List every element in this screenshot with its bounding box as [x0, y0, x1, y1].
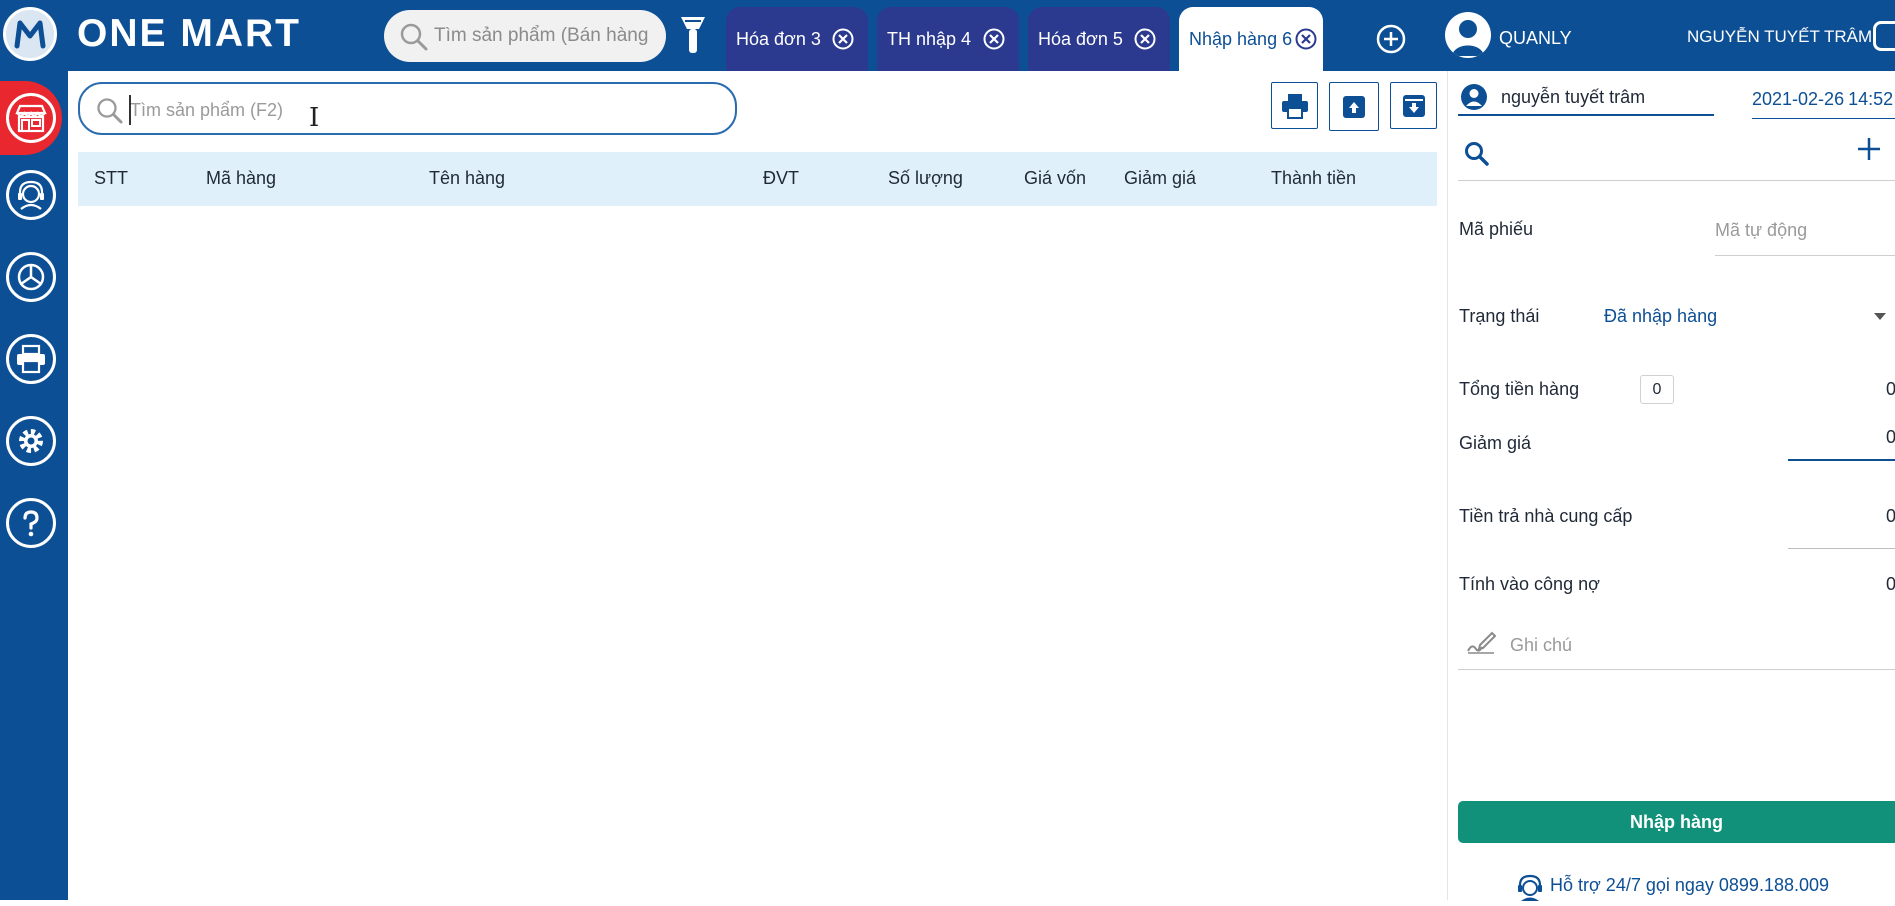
text-cursor-icon: I: [309, 103, 320, 133]
printer-icon: [17, 344, 45, 374]
tab-nhap-hang-6[interactable]: Nhập hàng 6: [1179, 7, 1323, 71]
ma-phieu-label: Mã phiếu: [1459, 219, 1534, 239]
tong-tien-hang-label: Tổng tiền hàng: [1459, 379, 1580, 399]
chevron-down-icon[interactable]: [1874, 313, 1886, 320]
tab-hoa-don-3[interactable]: Hóa đơn 3: [726, 7, 868, 71]
sidebar-item-settings[interactable]: [6, 416, 56, 466]
ma-phieu-input[interactable]: Mã tự động: [1715, 220, 1807, 241]
column-header-stt: STT: [94, 168, 128, 188]
supplier-underline: [1458, 180, 1895, 181]
window-icon[interactable]: [1873, 21, 1895, 51]
sidebar-item-support[interactable]: [6, 170, 56, 220]
brand-name: ONE MART: [77, 12, 301, 55]
panel-divider: [1447, 71, 1448, 900]
download-button[interactable]: [1390, 82, 1437, 129]
archive-upload-icon: [1343, 95, 1365, 118]
note-pen-icon: [1466, 631, 1497, 660]
trang-thai-label: Trạng thái: [1459, 306, 1540, 326]
column-header-so-luong: Số lượng: [888, 168, 963, 188]
close-tab-icon[interactable]: [983, 28, 1005, 50]
sidebar-item-print[interactable]: [6, 334, 56, 384]
tong-tien-hang-value: 0: [1886, 379, 1895, 399]
support-hotline[interactable]: Hỗ trợ 24/7 gọi ngay 0899.188.009: [1550, 875, 1829, 896]
date-time-field[interactable]: 2021-02-26 14:52: [1752, 89, 1893, 110]
store-icon: [6, 93, 56, 143]
column-header-gia-von: Giá vốn: [1024, 168, 1087, 188]
settings-gear-icon: [19, 429, 43, 453]
nhap-hang-button[interactable]: Nhập hàng: [1458, 801, 1895, 843]
sidebar-item-report[interactable]: [6, 252, 56, 302]
column-header-ten-hang: Tên hàng: [429, 168, 506, 188]
giam-gia-input[interactable]: 0: [1886, 427, 1895, 448]
time-value: 14:52: [1848, 89, 1894, 109]
close-tab-icon[interactable]: [1134, 28, 1156, 50]
column-header-giam-gia: Giảm giá: [1124, 168, 1197, 188]
top-product-search[interactable]: Tìm sản phẩm (Bán hàng: [384, 10, 666, 62]
help-icon: [23, 510, 39, 537]
note-underline: [1458, 669, 1895, 670]
close-tab-icon[interactable]: [1295, 28, 1317, 50]
text-caret: [129, 95, 131, 125]
print-button[interactable]: [1271, 82, 1318, 129]
item-count-badge: 0: [1640, 375, 1674, 404]
ma-phieu-underline: [1715, 255, 1895, 256]
table-header: STT Mã hàng Tên hàng ĐVT Số lượng Giá vố…: [78, 152, 1437, 206]
tien-tra-ncc-underline: [1788, 548, 1895, 549]
tien-tra-ncc-label: Tiền trả nhà cung cấp: [1459, 506, 1633, 526]
tab-label: Hóa đơn 5: [1038, 28, 1123, 49]
user-role: QUANLY: [1499, 28, 1572, 48]
column-header-thanh-tien: Thành tiền: [1271, 168, 1357, 188]
add-supplier-icon[interactable]: [1856, 136, 1882, 167]
barcode-scanner-icon[interactable]: [679, 15, 707, 60]
user-name[interactable]: NGUYỄN TUYẾT TRÂM: [1687, 27, 1872, 47]
supplier-search-icon[interactable]: [1463, 140, 1491, 173]
close-tab-icon[interactable]: [832, 28, 854, 50]
date-value: 2021-02-26: [1752, 89, 1845, 109]
date-underline: [1752, 118, 1895, 119]
tab-label: Hóa đơn 3: [736, 28, 821, 49]
cong-no-value: 0: [1886, 574, 1895, 594]
column-header-dvt: ĐVT: [763, 168, 799, 188]
tab-label: Nhập hàng 6: [1189, 28, 1293, 49]
logo-icon[interactable]: [3, 7, 57, 61]
search-icon: [399, 22, 429, 58]
employee-name[interactable]: nguyễn tuyết trâm: [1501, 87, 1645, 108]
giam-gia-label: Giảm giá: [1459, 433, 1532, 453]
search-icon: [96, 97, 124, 130]
tien-tra-ncc-input[interactable]: 0: [1886, 506, 1895, 527]
note-input[interactable]: Ghi chú: [1510, 635, 1572, 656]
user-avatar-icon[interactable]: [1445, 12, 1491, 58]
upload-button[interactable]: [1329, 82, 1379, 131]
tab-hoa-don-5[interactable]: Hóa đơn 5: [1028, 7, 1170, 71]
product-search-box[interactable]: [78, 82, 737, 135]
tab-label: TH nhập 4: [887, 28, 972, 49]
sidebar-item-help[interactable]: [6, 498, 56, 548]
product-search-input[interactable]: [128, 94, 712, 126]
report-chart-icon: [17, 263, 45, 291]
giam-gia-underline: [1788, 459, 1895, 461]
printer-icon: [1281, 93, 1308, 119]
top-search-placeholder: Tìm sản phẩm (Bán hàng: [434, 25, 649, 46]
archive-download-icon: [1402, 94, 1425, 117]
trang-thai-select[interactable]: Đã nhập hàng: [1604, 306, 1717, 327]
support-agent-icon: [18, 180, 44, 210]
add-tab-icon[interactable]: [1376, 24, 1406, 59]
tab-th-nhap-4[interactable]: TH nhập 4: [877, 7, 1019, 71]
employee-underline: [1458, 114, 1714, 116]
column-header-ma-hang: Mã hàng: [206, 168, 277, 188]
user-icon: [1460, 83, 1488, 116]
support-agent-icon: [1516, 873, 1544, 906]
cong-no-label: Tính vào công nợ: [1459, 574, 1600, 594]
